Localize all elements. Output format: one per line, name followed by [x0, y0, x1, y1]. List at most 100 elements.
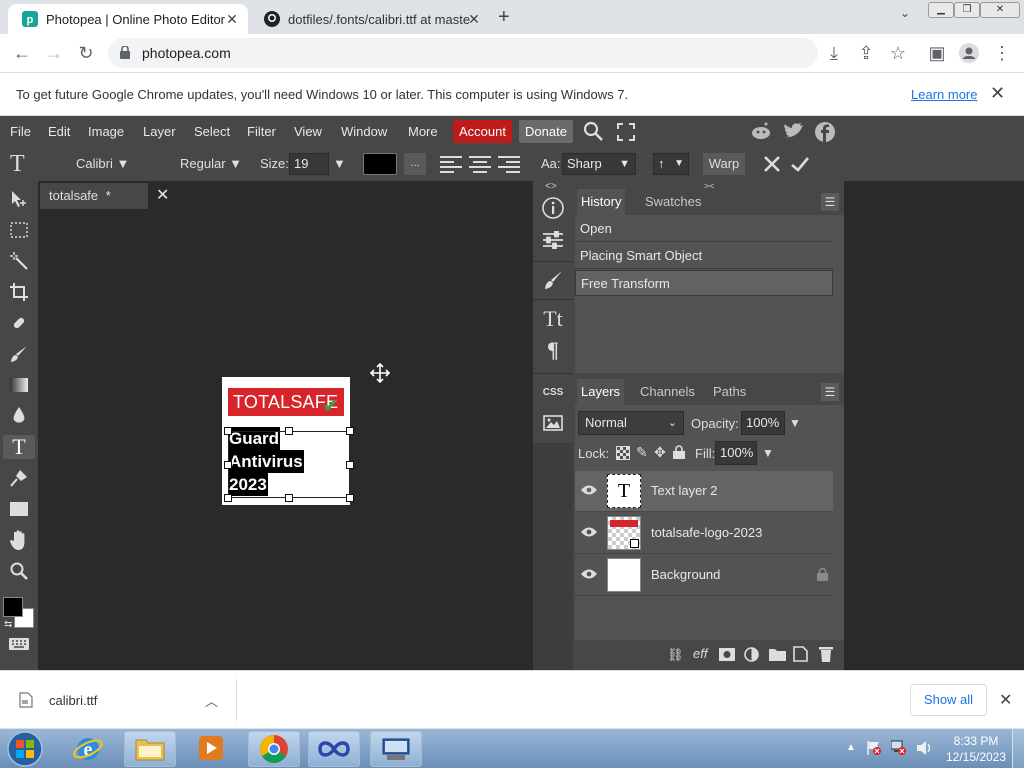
- fill-input[interactable]: 100%: [715, 441, 757, 465]
- menu-layer[interactable]: Layer: [141, 116, 178, 147]
- lock-all-icon[interactable]: [673, 445, 685, 459]
- marquee-tool-icon[interactable]: [7, 218, 31, 242]
- close-tab-icon[interactable]: ✕: [224, 11, 240, 27]
- text-color-swatch[interactable]: [363, 153, 397, 175]
- address-bar[interactable]: photopea.com: [108, 38, 818, 68]
- tab-history[interactable]: History: [577, 189, 626, 215]
- tab-channels[interactable]: Channels: [636, 379, 699, 405]
- reddit-icon[interactable]: [751, 122, 771, 140]
- brush-tool-icon[interactable]: [7, 342, 31, 366]
- character-icon[interactable]: Tt: [538, 305, 568, 333]
- volume-icon[interactable]: [916, 740, 934, 756]
- tab-layers[interactable]: Layers: [577, 379, 625, 405]
- back-arrow-icon[interactable]: ←: [10, 41, 34, 65]
- action-center-flag-icon[interactable]: [866, 740, 882, 756]
- adjustments-icon[interactable]: [538, 226, 568, 254]
- tab-swatches[interactable]: Swatches: [641, 189, 705, 215]
- transform-handle[interactable]: [224, 427, 232, 435]
- image-panel-icon[interactable]: [538, 409, 568, 437]
- link-layers-icon[interactable]: ⛓: [667, 647, 684, 663]
- font-size-input[interactable]: 19 px: [289, 153, 329, 191]
- close-download-bar-icon[interactable]: ✕: [999, 690, 1012, 710]
- menu-filter[interactable]: Filter: [245, 116, 278, 147]
- menu-more[interactable]: More: [406, 116, 440, 147]
- menu-window[interactable]: Window: [339, 116, 389, 147]
- download-filename[interactable]: calibri.ttf: [49, 693, 97, 708]
- menu-select[interactable]: Select: [192, 116, 232, 147]
- donate-button[interactable]: Donate: [519, 120, 573, 143]
- install-app-icon[interactable]: ⤓: [822, 41, 846, 65]
- visibility-eye-icon[interactable]: [581, 526, 597, 538]
- layers-panel-menu-icon[interactable]: ☰: [821, 383, 839, 401]
- twitter-icon[interactable]: [784, 122, 804, 140]
- transform-handle[interactable]: [285, 494, 293, 502]
- add-mask-icon[interactable]: [719, 648, 735, 661]
- history-item[interactable]: Placing Smart Object: [575, 243, 833, 269]
- history-item[interactable]: Open: [575, 216, 833, 242]
- align-left-icon[interactable]: [440, 156, 462, 173]
- infinity-app-taskbar-button[interactable]: [308, 731, 360, 767]
- collapse-arrows-icon[interactable]: <>: [545, 181, 557, 192]
- cancel-icon[interactable]: [763, 155, 781, 173]
- layer-row-totalsafe-logo[interactable]: totalsafe-logo-2023: [575, 513, 833, 554]
- show-desktop-button[interactable]: [1012, 729, 1024, 768]
- close-window-button[interactable]: ✕: [980, 2, 1020, 18]
- info-icon[interactable]: [538, 194, 568, 222]
- lock-transparency-icon[interactable]: [616, 446, 630, 460]
- tab-photopea[interactable]: p Photopea | Online Photo Editor ✕: [8, 4, 248, 34]
- lock-icon[interactable]: [120, 46, 130, 59]
- facebook-icon[interactable]: [815, 122, 835, 142]
- chrome-menu-icon[interactable]: ⋮: [990, 41, 1014, 65]
- align-center-icon[interactable]: [469, 156, 491, 173]
- menu-image[interactable]: Image: [86, 116, 126, 147]
- chevron-up-icon[interactable]: ︿: [205, 691, 218, 710]
- search-icon[interactable]: [583, 121, 603, 141]
- brush-settings-icon[interactable]: [538, 266, 568, 294]
- rectangle-tool-icon[interactable]: [7, 497, 31, 521]
- foreground-color-swatch[interactable]: [3, 597, 23, 617]
- show-hidden-icons-icon[interactable]: ▲: [846, 742, 856, 753]
- close-document-icon[interactable]: ✕: [156, 185, 169, 205]
- forward-arrow-icon[interactable]: →: [42, 41, 66, 65]
- type-tool-button[interactable]: T: [3, 434, 35, 459]
- keyboard-icon[interactable]: [9, 638, 29, 650]
- new-layer-icon[interactable]: [793, 646, 808, 662]
- text-bounding-box[interactable]: [228, 431, 350, 498]
- healing-brush-icon[interactable]: [7, 311, 31, 335]
- move-tool-icon[interactable]: [7, 187, 31, 211]
- canvas-workspace[interactable]: totalsafe * ✕ TOTALSAFE ✔ Guard Antiviru…: [38, 181, 533, 670]
- account-button[interactable]: Account: [453, 120, 512, 143]
- taskbar-date[interactable]: 12/15/2023: [944, 750, 1008, 764]
- menu-edit[interactable]: Edit: [46, 116, 72, 147]
- transform-handle[interactable]: [346, 494, 354, 502]
- zoom-tool-icon[interactable]: [7, 559, 31, 583]
- commit-check-icon[interactable]: [790, 155, 810, 173]
- transform-handle[interactable]: [346, 427, 354, 435]
- document-tab[interactable]: totalsafe *: [40, 183, 148, 209]
- visibility-eye-icon[interactable]: [581, 568, 597, 580]
- network-icon[interactable]: [891, 740, 907, 756]
- transform-handle[interactable]: [224, 461, 232, 469]
- pen-tool-icon[interactable]: [7, 466, 31, 490]
- font-family-select[interactable]: Calibri ▼: [76, 147, 129, 181]
- minimize-button[interactable]: ▁: [928, 2, 954, 18]
- visibility-eye-icon[interactable]: [581, 484, 597, 496]
- show-all-button[interactable]: Show all: [910, 684, 987, 716]
- new-tab-button[interactable]: +: [498, 6, 510, 29]
- lock-pixels-icon[interactable]: ✎: [636, 444, 648, 461]
- explorer-taskbar-button[interactable]: [124, 731, 176, 767]
- blend-mode-select[interactable]: Normal ⌄: [578, 411, 684, 435]
- menu-view[interactable]: View: [292, 116, 324, 147]
- layer-row-background[interactable]: Background: [575, 555, 833, 596]
- layer-row-text-layer-2[interactable]: T Text layer 2: [575, 471, 833, 512]
- fullscreen-icon[interactable]: [617, 123, 635, 141]
- history-item-selected[interactable]: Free Transform: [575, 270, 833, 296]
- hand-tool-icon[interactable]: [7, 528, 31, 552]
- infobar-close-icon[interactable]: ✕: [990, 83, 1005, 104]
- profile-avatar-icon[interactable]: [957, 41, 981, 65]
- menu-file[interactable]: File: [8, 116, 33, 147]
- close-tab-icon[interactable]: ✕: [466, 11, 482, 27]
- gradient-tool-icon[interactable]: [7, 373, 31, 397]
- align-right-icon[interactable]: [498, 156, 520, 173]
- bookmark-star-icon[interactable]: ☆: [886, 41, 910, 65]
